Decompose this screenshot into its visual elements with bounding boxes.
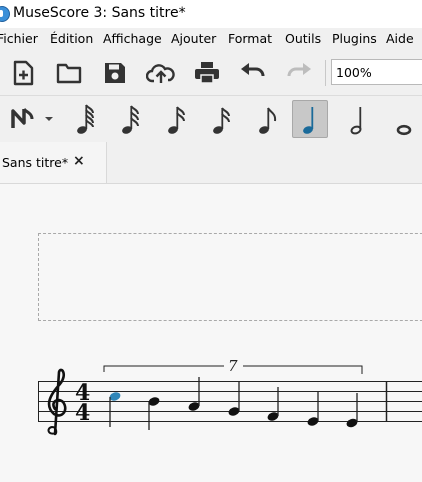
zoom-field[interactable]: 100% — [331, 59, 422, 85]
upload-button[interactable] — [144, 56, 178, 90]
open-folder-icon — [56, 63, 82, 84]
menu-affichage[interactable]: Affichage — [103, 31, 162, 46]
undo-icon — [241, 63, 265, 77]
menu-bar: Fichier Édition Affichage Ajouter Format… — [0, 28, 422, 50]
tuplet-number[interactable]: 7 — [228, 357, 238, 375]
menu-ajouter[interactable]: Ajouter — [171, 31, 216, 46]
note-input-mode-icon — [11, 108, 34, 128]
note-input-mode-button[interactable] — [4, 100, 40, 138]
window-title: MuseScore 3: Sans titre* — [13, 5, 186, 21]
note[interactable] — [306, 392, 319, 427]
menu-outils[interactable]: Outils — [285, 31, 321, 46]
print-icon — [195, 62, 219, 84]
menu-aide[interactable]: Aide — [386, 31, 414, 46]
eighth-note-icon — [259, 107, 277, 134]
note[interactable] — [227, 382, 240, 417]
quarter-note-icon — [303, 107, 314, 134]
note[interactable] — [266, 387, 279, 422]
duration-eighth-button[interactable] — [250, 100, 286, 138]
16th-note-alt-icon — [213, 107, 230, 134]
score-staff[interactable]: 4 4 7 — [0, 340, 422, 440]
duration-whole-button[interactable] — [386, 100, 422, 138]
duration-64th-button[interactable] — [68, 100, 104, 138]
64th-note-icon — [77, 104, 94, 134]
save-icon — [105, 63, 125, 83]
note[interactable] — [147, 396, 160, 430]
upload-cloud-icon — [146, 64, 175, 83]
tab-label: Sans titre* — [2, 155, 69, 170]
menu-edition[interactable]: Édition — [50, 31, 93, 46]
duration-half-button[interactable] — [340, 100, 376, 138]
toolbar-separator — [325, 60, 326, 86]
note[interactable] — [345, 393, 358, 429]
menu-fichier[interactable]: Fichier — [0, 31, 38, 46]
new-file-icon — [13, 60, 34, 86]
time-signature-bottom[interactable]: 4 — [75, 400, 90, 426]
half-note-icon — [350, 107, 362, 135]
title-bar: MuseScore 3: Sans titre* — [0, 0, 422, 28]
duration-16th-button[interactable] — [159, 100, 195, 138]
dropdown-arrow-icon — [45, 117, 53, 121]
close-icon[interactable]: × — [73, 153, 85, 169]
main-toolbar: 100% — [0, 50, 422, 96]
duration-32nd-button[interactable] — [113, 100, 149, 138]
save-button[interactable] — [98, 56, 132, 90]
note[interactable] — [187, 377, 200, 412]
musescore-logo-icon — [0, 6, 10, 22]
redo-icon — [287, 63, 311, 77]
note-input-toolbar — [0, 96, 422, 142]
note-input-dropdown[interactable] — [38, 100, 60, 138]
open-button[interactable] — [52, 56, 86, 90]
undo-button[interactable] — [236, 56, 270, 90]
duration-16th-alt-button[interactable] — [204, 100, 240, 138]
new-file-button[interactable] — [6, 56, 40, 90]
staff-lines — [38, 381, 422, 422]
duration-quarter-button[interactable] — [292, 100, 328, 138]
print-button[interactable] — [190, 56, 224, 90]
redo-button[interactable] — [282, 56, 316, 90]
tab-sans-titre[interactable]: Sans titre* × — [0, 142, 107, 183]
whole-note-icon — [396, 124, 412, 136]
document-tab-bar: Sans titre* × — [0, 142, 422, 184]
32nd-note-icon — [122, 105, 139, 134]
title-frame[interactable] — [38, 233, 422, 321]
menu-format[interactable]: Format — [228, 31, 272, 46]
16th-note-icon — [168, 106, 185, 134]
menu-plugins[interactable]: Plugins — [332, 31, 377, 46]
